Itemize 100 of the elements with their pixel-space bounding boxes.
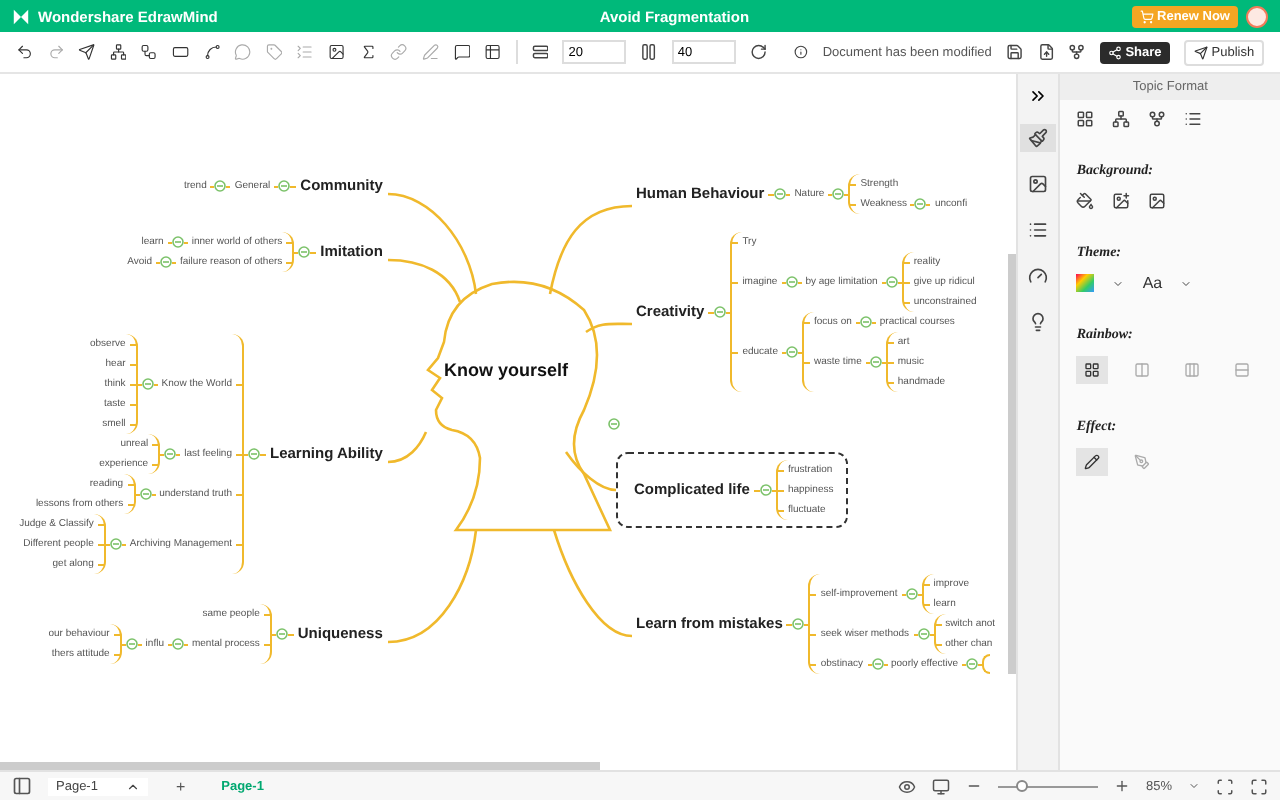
- paper-plane-icon: [1193, 45, 1208, 59]
- central-topic[interactable]: Know yourself: [444, 360, 569, 380]
- minus-circle-icon[interactable]: [298, 246, 311, 258]
- minus-circle-icon[interactable]: [905, 588, 918, 600]
- caret-icon[interactable]: [1112, 277, 1125, 289]
- minus-circle-icon[interactable]: [785, 346, 798, 358]
- minus-circle-icon[interactable]: [785, 276, 798, 288]
- minus-circle-icon[interactable]: [885, 276, 898, 288]
- undo-icon[interactable]: [16, 42, 34, 62]
- export-icon[interactable]: [1037, 42, 1055, 62]
- branch-line: [387, 431, 428, 464]
- minus-circle-icon[interactable]: [141, 378, 154, 390]
- minus-circle-icon[interactable]: [871, 658, 883, 670]
- image-icon[interactable]: [1148, 192, 1167, 210]
- branch-line: [564, 451, 617, 492]
- branch-line: [585, 322, 632, 334]
- image-icon[interactable]: [1112, 192, 1131, 210]
- vertical-spacing-icon: [640, 42, 658, 62]
- list-icon: [1028, 220, 1049, 240]
- comment-icon[interactable]: [453, 42, 471, 62]
- zoom-in-icon[interactable]: [1113, 778, 1130, 794]
- caret-icon[interactable]: [1188, 780, 1200, 792]
- columns-icon: [1184, 362, 1201, 378]
- add-page-button[interactable]: +: [163, 777, 198, 795]
- minus-circle-icon[interactable]: [914, 198, 927, 210]
- color-theme-icon[interactable]: [1076, 274, 1095, 292]
- branch-line: [548, 204, 633, 295]
- share-icon: [1107, 45, 1122, 59]
- minus-circle-icon[interactable]: [125, 638, 138, 650]
- link-icon[interactable]: [390, 42, 408, 62]
- info-icon: [794, 44, 809, 60]
- eye-icon[interactable]: [897, 777, 916, 795]
- branch-line: [387, 529, 478, 644]
- image-icon[interactable]: [328, 42, 346, 62]
- image-icon: [1028, 174, 1049, 194]
- rows-icon: [1234, 362, 1251, 378]
- minus-circle-icon[interactable]: [248, 448, 260, 460]
- pencil-icon: [1084, 454, 1101, 470]
- numbering-icon[interactable]: [1184, 110, 1203, 128]
- logo-icon: [12, 7, 30, 25]
- minus-circle-icon[interactable]: [275, 628, 288, 640]
- paper-plane-icon[interactable]: [78, 42, 96, 62]
- speech-bubble-icon[interactable]: [234, 42, 252, 62]
- refresh-icon[interactable]: [749, 42, 767, 62]
- horizontal-spacing-icon: [531, 42, 549, 62]
- minus-circle-icon[interactable]: [160, 256, 173, 268]
- minus-circle-icon[interactable]: [859, 316, 872, 328]
- minus-circle-icon[interactable]: [917, 628, 930, 640]
- minus-circle-icon[interactable]: [608, 418, 620, 430]
- columns-icon: [1134, 362, 1151, 378]
- caret-icon[interactable]: [1180, 277, 1193, 289]
- redo-icon[interactable]: [47, 42, 65, 62]
- fit-icon[interactable]: [1216, 777, 1234, 795]
- horizontal-scrollbar[interactable]: [0, 762, 600, 770]
- effect-option[interactable]: [1076, 448, 1109, 476]
- connector-icon[interactable]: [203, 42, 221, 62]
- minus-circle-icon[interactable]: [109, 538, 122, 550]
- fork-icon[interactable]: [1068, 42, 1086, 62]
- minus-circle-icon[interactable]: [171, 236, 184, 248]
- minus-circle-icon[interactable]: [139, 488, 152, 500]
- fullscreen-icon[interactable]: [1250, 777, 1268, 795]
- list-icon[interactable]: [296, 42, 315, 62]
- paintbrush-icon: [1028, 128, 1049, 148]
- gauge-icon: [1028, 266, 1049, 286]
- paint-bucket-icon[interactable]: [1076, 192, 1095, 210]
- branch-line: [552, 529, 633, 638]
- pen-icon: [1134, 454, 1151, 470]
- structure-icon[interactable]: [1112, 110, 1131, 128]
- lightbulb-icon: [1028, 312, 1049, 332]
- minus-circle-icon[interactable]: [774, 188, 787, 200]
- rainbow-option[interactable]: [1076, 356, 1109, 384]
- topic-tree-icon[interactable]: [109, 42, 127, 62]
- minus-circle-icon[interactable]: [759, 484, 772, 496]
- save-icon[interactable]: [1005, 42, 1023, 62]
- minus-circle-icon[interactable]: [214, 180, 227, 192]
- rectangle-icon[interactable]: [172, 42, 190, 62]
- connector-icon[interactable]: [1148, 110, 1167, 128]
- tag-icon[interactable]: [265, 42, 283, 62]
- minus-circle-icon[interactable]: [714, 306, 727, 318]
- avatar[interactable]: [1246, 5, 1268, 27]
- minus-circle-icon[interactable]: [171, 638, 184, 650]
- side-tab[interactable]: [1020, 124, 1057, 152]
- monitor-icon[interactable]: [931, 777, 950, 795]
- minus-circle-icon[interactable]: [869, 356, 882, 368]
- pen-icon[interactable]: [421, 42, 440, 62]
- panel-icon[interactable]: [12, 776, 32, 796]
- minus-circle-icon[interactable]: [278, 180, 291, 192]
- slider-thumb[interactable]: [1016, 779, 1029, 791]
- minus-circle-icon[interactable]: [832, 188, 845, 200]
- collapse-panel-icon[interactable]: [1028, 86, 1049, 106]
- minus-circle-icon[interactable]: [164, 448, 177, 460]
- cart-icon: [1139, 9, 1154, 23]
- minus-circle-icon[interactable]: [966, 658, 979, 670]
- font-theme-button[interactable]: Aa: [1142, 274, 1163, 292]
- minus-circle-icon[interactable]: [792, 618, 805, 630]
- layout-icon[interactable]: [1076, 110, 1095, 128]
- vertical-scrollbar[interactable]: [1008, 254, 1017, 674]
- sigma-icon[interactable]: [359, 42, 377, 62]
- table-icon[interactable]: [484, 42, 502, 62]
- subtopic-icon[interactable]: [140, 42, 159, 62]
